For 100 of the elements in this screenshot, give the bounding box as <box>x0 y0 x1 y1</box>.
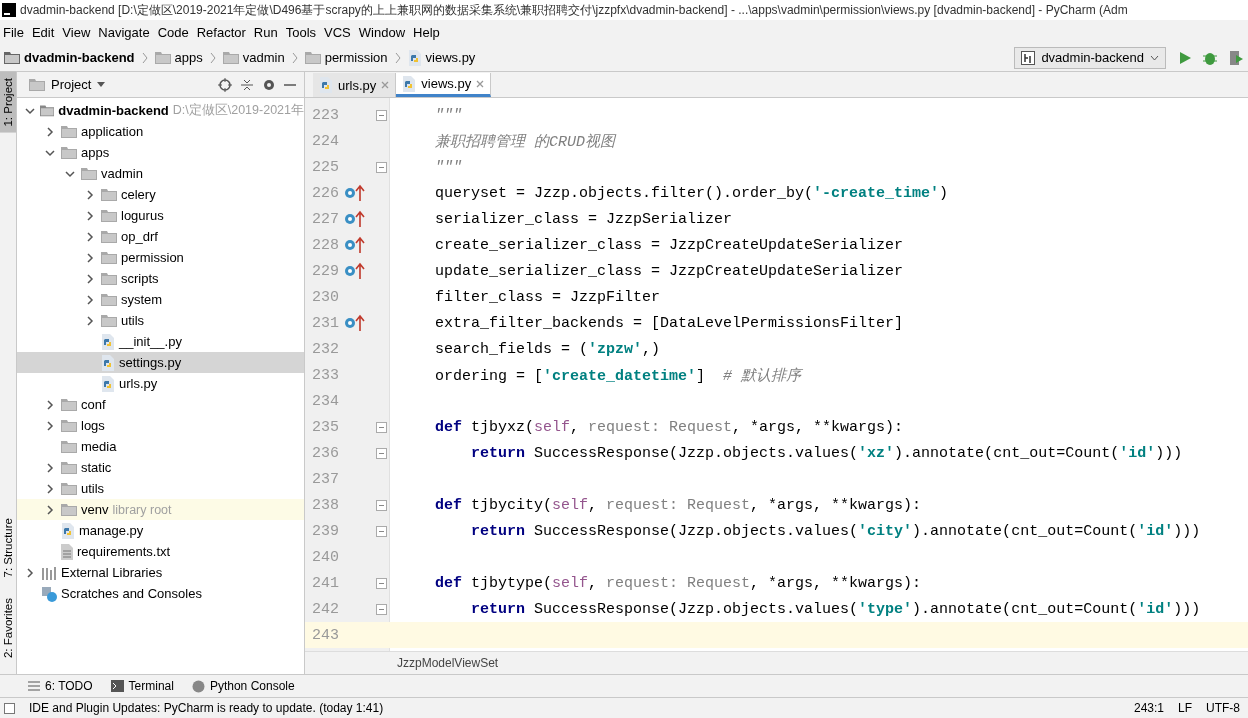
chevron-right-icon[interactable] <box>45 462 55 473</box>
menu-item[interactable]: Run <box>250 24 283 40</box>
file-encoding[interactable]: UTF-8 <box>1206 701 1240 715</box>
chevron-right-icon[interactable] <box>45 126 55 137</box>
chevron-right-icon[interactable] <box>85 252 95 263</box>
tree-item[interactable]: __init__.py <box>17 331 304 352</box>
caret-position[interactable]: 243:1 <box>1133 701 1164 715</box>
locate-icon[interactable] <box>218 77 232 92</box>
menu-item[interactable]: Code <box>154 24 194 40</box>
fold-icon[interactable] <box>375 109 387 121</box>
chevron-right-icon[interactable] <box>45 483 55 494</box>
tree-item[interactable]: static <box>17 457 304 478</box>
override-icon[interactable] <box>344 262 366 280</box>
project-view-dropdown[interactable]: Project <box>25 77 110 92</box>
fold-icon[interactable] <box>375 603 387 615</box>
chevron-right-icon[interactable] <box>85 315 95 326</box>
menu-item[interactable]: Help <box>410 24 445 40</box>
tree-item[interactable]: logs <box>17 415 304 436</box>
tree-item[interactable]: External Libraries <box>17 562 304 583</box>
tree-item[interactable]: celery <box>17 184 304 205</box>
chevron-down-icon[interactable] <box>65 168 75 179</box>
close-icon[interactable] <box>476 79 485 88</box>
tree-item[interactable]: utils <box>17 310 304 331</box>
tree-item[interactable]: system <box>17 289 304 310</box>
chevron-right-icon[interactable] <box>85 189 95 200</box>
tree-item[interactable]: requirements.txt <box>17 541 304 562</box>
chevron-right-icon[interactable] <box>85 210 95 221</box>
tree-item[interactable]: urls.py <box>17 373 304 394</box>
tool-window-tab[interactable]: Python Console <box>191 679 295 693</box>
editor-tab[interactable]: views.py <box>396 73 492 97</box>
chevron-right-icon[interactable] <box>85 294 95 305</box>
coverage-icon[interactable] <box>1228 49 1244 66</box>
menu-item[interactable]: Edit <box>28 24 60 40</box>
tool-window-tab[interactable]: 6: TODO <box>28 679 93 693</box>
tree-label: utils <box>81 481 105 496</box>
menu-item[interactable]: Navigate <box>95 24 155 40</box>
nav-crumb[interactable]: dvadmin-backend <box>4 50 135 65</box>
tool-window-tab[interactable]: Terminal <box>110 679 174 693</box>
menu-item[interactable]: File <box>0 24 29 40</box>
folder-icon <box>61 125 77 138</box>
tree-item[interactable]: vadmin <box>17 163 304 184</box>
fold-icon[interactable] <box>375 161 387 173</box>
nav-crumb[interactable]: views.py <box>407 49 476 66</box>
override-icon[interactable] <box>344 314 366 332</box>
override-icon[interactable] <box>344 236 366 254</box>
code-breadcrumb[interactable]: JzzpModelViewSet <box>397 656 499 670</box>
tool-window-tab[interactable]: 1: Project <box>0 72 16 133</box>
chevron-right-icon[interactable] <box>45 504 55 515</box>
nav-crumb[interactable]: permission <box>304 50 388 65</box>
tree-item[interactable]: utils <box>17 478 304 499</box>
chevron-right-icon[interactable] <box>45 420 55 431</box>
chevron-down-icon[interactable] <box>25 105 35 116</box>
minimize-icon[interactable] <box>284 82 296 87</box>
chevron-right-icon <box>209 51 216 64</box>
menu-item[interactable]: Tools <box>282 24 322 40</box>
menu-item[interactable]: VCS <box>321 24 356 40</box>
fold-icon[interactable] <box>375 447 387 459</box>
line-number: 237 <box>311 470 339 488</box>
collapse-icon[interactable] <box>240 77 254 92</box>
chevron-right-icon[interactable] <box>85 231 95 242</box>
run-icon[interactable] <box>1178 50 1192 65</box>
tree-item[interactable]: settings.py <box>17 352 304 373</box>
code-line: return SuccessResponse(Jzzp.objects.values('type').annotate(cnt_out=Count('id'))) <box>470 600 1201 618</box>
chevron-right-icon[interactable] <box>45 399 55 410</box>
override-icon[interactable] <box>344 210 366 228</box>
fold-icon[interactable] <box>375 499 387 511</box>
run-config-dropdown[interactable]: dvadmin-backend <box>1014 46 1166 69</box>
settings-icon[interactable] <box>262 77 276 92</box>
nav-crumb[interactable]: apps <box>154 50 203 65</box>
folder-icon <box>61 482 77 495</box>
tree-item[interactable]: apps <box>17 142 304 163</box>
fold-icon[interactable] <box>375 421 387 433</box>
tree-item[interactable]: venv library root <box>17 499 304 520</box>
text-file-icon <box>61 543 73 560</box>
tree-item[interactable]: dvadmin-backend D:\定做区\2019-2021年 <box>17 100 304 121</box>
menu-item[interactable]: View <box>59 24 96 40</box>
menu-item[interactable]: Window <box>355 24 411 40</box>
fold-icon[interactable] <box>375 577 387 589</box>
tree-item[interactable]: op_drf <box>17 226 304 247</box>
tool-window-tab[interactable]: 7: Structure <box>0 512 16 584</box>
tree-item[interactable]: manage.py <box>17 520 304 541</box>
tree-item[interactable]: scripts <box>17 268 304 289</box>
chevron-down-icon[interactable] <box>45 147 55 158</box>
fold-icon[interactable] <box>375 525 387 537</box>
nav-crumb[interactable]: vadmin <box>222 50 285 65</box>
tree-item[interactable]: Scratches and Consoles <box>17 583 304 604</box>
status-message[interactable]: IDE and Plugin Updates: PyCharm is ready to update. (today 1:41) <box>29 701 384 715</box>
tree-item[interactable]: permission <box>17 247 304 268</box>
line-separator[interactable]: LF <box>1178 701 1192 715</box>
chevron-right-icon[interactable] <box>25 567 35 578</box>
tool-window-tab[interactable]: 2: Favorites <box>0 591 16 664</box>
tree-item[interactable]: application <box>17 121 304 142</box>
chevron-right-icon[interactable] <box>85 273 95 284</box>
tree-item[interactable]: media <box>17 436 304 457</box>
override-icon[interactable] <box>344 184 366 202</box>
editor-tab[interactable]: urls.py <box>313 73 397 97</box>
tree-item[interactable]: logurus <box>17 205 304 226</box>
menu-item[interactable]: Refactor <box>193 24 251 40</box>
tree-item[interactable]: conf <box>17 394 304 415</box>
folder-icon <box>101 230 117 243</box>
